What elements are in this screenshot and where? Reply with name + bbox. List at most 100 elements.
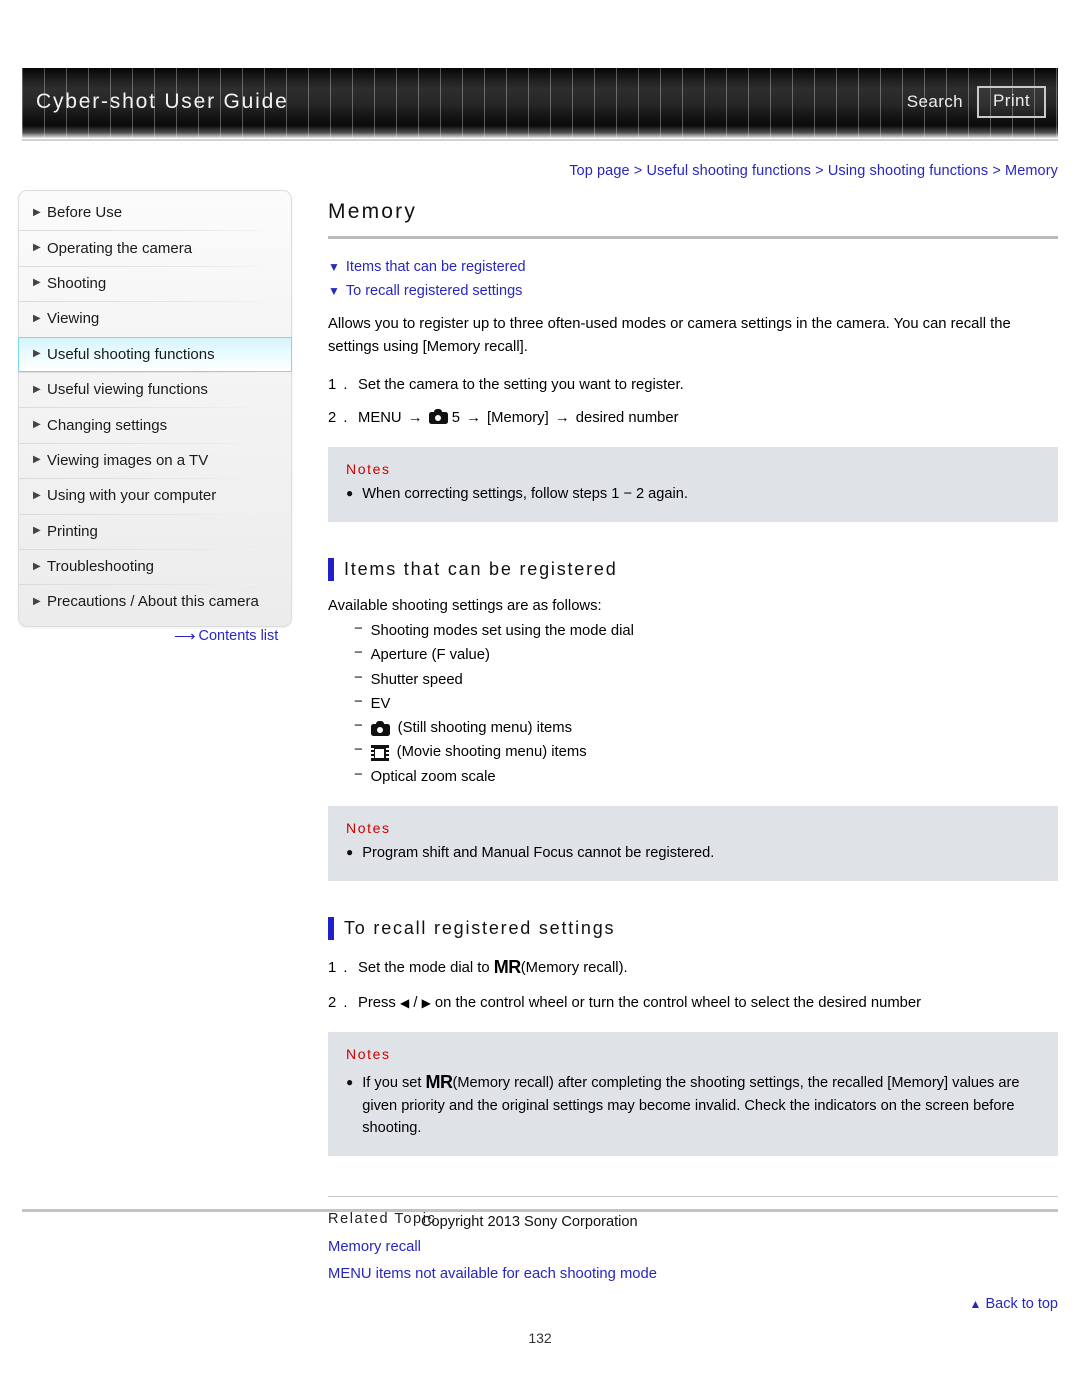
note-text: When correcting settings, follow steps 1… bbox=[362, 486, 688, 503]
title-divider bbox=[328, 236, 1058, 239]
notes-box-1: Notes ● When correcting settings, follow… bbox=[328, 447, 1058, 522]
related-link-memory-recall[interactable]: Memory recall bbox=[328, 1239, 1058, 1255]
step-text: Set the camera to the setting you want t… bbox=[358, 376, 684, 393]
bullet-icon: ● bbox=[346, 1075, 354, 1090]
step-item: 1 . Set the mode dial to MR(Memory recal… bbox=[328, 954, 1058, 981]
step-number: 2 . bbox=[328, 995, 349, 1012]
dash-marker: − bbox=[354, 693, 363, 710]
step-number: 1 . bbox=[328, 376, 349, 393]
triangle-right-icon: ▶ bbox=[33, 242, 41, 254]
sidebar-item-label: Troubleshooting bbox=[47, 558, 155, 576]
sidebar-item-viewing[interactable]: ▶ Viewing bbox=[19, 301, 291, 336]
sidebar-item-changing-settings[interactable]: ▶ Changing settings bbox=[19, 407, 291, 442]
sidebar-item-label: Before Use bbox=[47, 204, 123, 222]
sidebar-item-troubleshooting[interactable]: ▶ Troubleshooting bbox=[19, 548, 291, 584]
triangle-right-icon: ▶ bbox=[33, 419, 41, 431]
dash-marker: − bbox=[354, 718, 363, 735]
step-item: 2 . Press ◀ / ▶ on the control wheel or … bbox=[328, 992, 1058, 1014]
section-accent-bar bbox=[328, 557, 334, 581]
menu-label: MENU bbox=[358, 409, 402, 426]
registered-setting-item: − (Movie shooting menu) items bbox=[354, 742, 1058, 764]
note-text-after: (Memory recall) after completing the sho… bbox=[362, 1075, 1020, 1137]
related-link-menu-items[interactable]: MENU items not available for each shooti… bbox=[328, 1266, 1058, 1282]
arrow-right-glyph: → bbox=[466, 409, 481, 426]
sidebar-item-operating-the-camera[interactable]: ▶ Operating the camera bbox=[19, 230, 291, 265]
contents-list-link[interactable]: ⟶ Contents list bbox=[174, 628, 278, 644]
registered-setting-item: − Optical zoom scale bbox=[354, 767, 1058, 789]
print-button[interactable]: Print bbox=[977, 86, 1046, 118]
still-camera-icon bbox=[370, 721, 390, 737]
notes-list: ● When correcting settings, follow steps… bbox=[346, 484, 1040, 506]
search-button[interactable]: Search bbox=[907, 92, 963, 112]
note-item: ● If you set MR(Memory recall) after com… bbox=[346, 1069, 1040, 1140]
back-to-top-link[interactable]: ▲ Back to top bbox=[328, 1296, 1058, 1312]
dash-marker: − bbox=[354, 669, 363, 686]
sidebar-item-label: Precautions / About this camera bbox=[47, 593, 259, 611]
step-text-before: Set the mode dial to bbox=[358, 960, 490, 977]
memory-recall-icon: MR bbox=[425, 1072, 454, 1093]
slash-separator: / bbox=[413, 995, 418, 1012]
breadcrumb[interactable]: Top page > Useful shooting functions > U… bbox=[569, 163, 1058, 179]
notes-list: ● Program shift and Manual Focus cannot … bbox=[346, 843, 1040, 865]
movie-camera-icon bbox=[370, 745, 389, 762]
still-camera-icon bbox=[428, 408, 448, 424]
notes-list: ● If you set MR(Memory recall) after com… bbox=[346, 1069, 1040, 1140]
header-actions: Search Print bbox=[907, 86, 1046, 118]
section-heading-recall-settings: To recall registered settings bbox=[328, 917, 1058, 941]
brand-title: Cyber-shot User Guide bbox=[36, 90, 289, 113]
sidebar-item-useful-viewing-functions[interactable]: ▶ Useful viewing functions bbox=[19, 371, 291, 407]
jump-link-items-registered[interactable]: ▼ Items that can be registered bbox=[328, 259, 1058, 275]
triangle-right-icon: ▶ bbox=[33, 383, 41, 395]
sidebar-item-useful-shooting-functions[interactable]: ▶ Useful shooting functions bbox=[18, 336, 292, 372]
memory-recall-icon: MR bbox=[493, 957, 522, 978]
step-item: 1 . Set the camera to the setting you wa… bbox=[328, 374, 1058, 396]
triangle-up-icon: ▲ bbox=[969, 1297, 982, 1312]
sidebar-item-label: Using with your computer bbox=[47, 487, 217, 505]
registered-setting-label: Aperture (F value) bbox=[370, 647, 490, 664]
sidebar-item-printing[interactable]: ▶ Printing bbox=[19, 513, 291, 549]
step-text: Set the mode dial to MR(Memory recall). bbox=[358, 954, 1058, 981]
sidebar-item-viewing-images-on-a-tv[interactable]: ▶ Viewing images on a TV bbox=[19, 442, 291, 478]
sidebar-item-label: Useful shooting functions bbox=[47, 345, 215, 363]
triangle-right-icon: ▶ bbox=[33, 312, 41, 324]
jump-link-label: To recall registered settings bbox=[345, 283, 523, 299]
section-heading-label: To recall registered settings bbox=[344, 918, 616, 939]
notes-box-2: Notes ● Program shift and Manual Focus c… bbox=[328, 806, 1058, 882]
registered-settings-list: − Shooting modes set using the mode dial −… bbox=[328, 621, 1058, 788]
step-text: Press ◀ / ▶ on the control wheel or turn… bbox=[358, 992, 1058, 1014]
sidebar-item-label: Changing settings bbox=[47, 416, 168, 434]
bullet-icon: ● bbox=[346, 845, 354, 860]
notes-title: Notes bbox=[346, 820, 391, 837]
registered-setting-label: (Still shooting menu) items bbox=[397, 720, 572, 737]
registered-setting-label: Shooting modes set using the mode dial bbox=[370, 623, 634, 640]
footer-divider bbox=[22, 1209, 1058, 1212]
dash-marker: − bbox=[354, 645, 363, 662]
triangle-down-icon: ▼ bbox=[328, 260, 340, 274]
note-text: If you set MR(Memory recall) after compl… bbox=[362, 1069, 1040, 1140]
page-number: 132 bbox=[528, 1330, 552, 1346]
sidebar-nav: ▶ Before Use ▶ Operating the camera ▶ Shootin… bbox=[18, 190, 292, 627]
notes-title: Notes bbox=[346, 461, 391, 478]
sidebar-item-before-use[interactable]: ▶ Before Use bbox=[19, 195, 291, 230]
lead-paragraph: Allows you to register up to three often… bbox=[328, 316, 1011, 355]
sidebar-item-precautions-about-this-camera[interactable]: ▶ Precautions / About this camera bbox=[19, 584, 291, 619]
step-item: 2 . MENU → 5 → [Memory] → desired number bbox=[328, 407, 1058, 429]
section-accent-bar bbox=[328, 917, 334, 941]
arrow-right-glyph: → bbox=[554, 409, 570, 426]
registered-setting-item: − EV bbox=[354, 694, 1058, 716]
sidebar-item-using-with-your-computer[interactable]: ▶ Using with your computer bbox=[19, 478, 291, 513]
recall-steps-list: 1 . Set the mode dial to MR(Memory recal… bbox=[328, 954, 1058, 1014]
registered-setting-item: − (Still shooting menu) items bbox=[354, 718, 1058, 740]
triangle-left-icon: ◀ bbox=[399, 996, 410, 1011]
sidebar-item-label: Useful viewing functions bbox=[47, 381, 208, 399]
triangle-right-icon: ▶ bbox=[33, 454, 41, 466]
dash-marker: − bbox=[354, 621, 363, 638]
step-text-after: (Memory recall). bbox=[520, 960, 628, 977]
registered-setting-label: (Movie shooting menu) items bbox=[396, 744, 587, 761]
header-divider bbox=[22, 139, 1058, 141]
sidebar-item-shooting[interactable]: ▶ Shooting bbox=[19, 265, 291, 301]
contents-list-label: Contents list bbox=[198, 628, 279, 644]
registered-setting-label: Shutter speed bbox=[370, 671, 463, 688]
note-text-before: If you set bbox=[362, 1075, 422, 1092]
jump-link-recall-settings[interactable]: ▼ To recall registered settings bbox=[328, 283, 1058, 299]
